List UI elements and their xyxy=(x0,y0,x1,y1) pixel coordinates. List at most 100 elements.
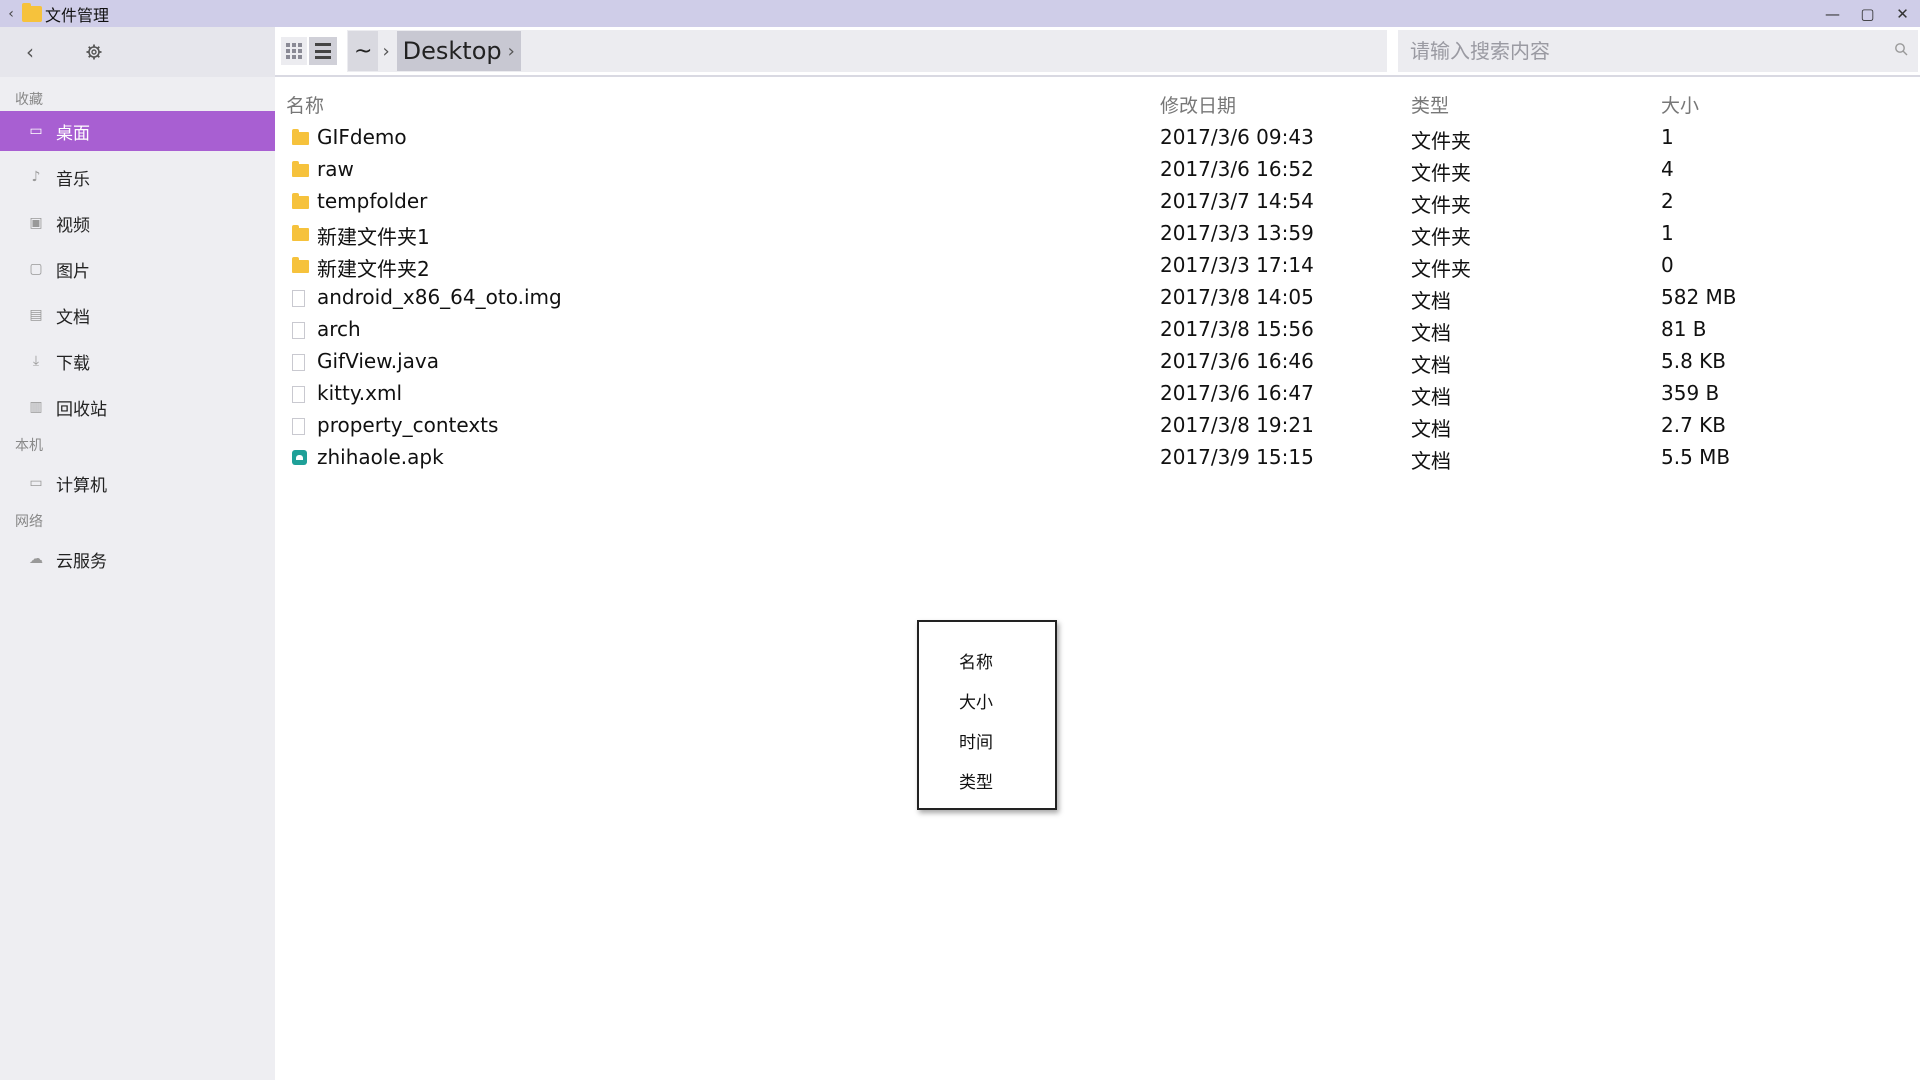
breadcrumb-home[interactable]: ~ xyxy=(348,31,379,71)
table-row[interactable]: property_contexts 2017/3/8 19:21 文档 2.7 KB xyxy=(275,410,1920,442)
column-header-size[interactable]: 大小 xyxy=(1661,91,1699,118)
sidebar-item-trash[interactable]: ▥ 回收站 xyxy=(0,387,275,427)
file-list-pane: 名称 修改日期 类型 大小 GIFdemo 2017/3/6 09:43 文件夹 1 r… xyxy=(275,77,1920,1080)
sidebar-item-label: 云服务 xyxy=(56,551,107,572)
file-name: kitty.xml xyxy=(317,381,403,405)
menu-item-sort-type[interactable]: 类型 xyxy=(919,760,1055,800)
sidebar-item-label: 文档 xyxy=(56,307,90,328)
file-size: 81 B xyxy=(1661,317,1707,341)
table-row[interactable]: GifView.java 2017/3/6 16:46 文档 5.8 KB xyxy=(275,346,1920,378)
sidebar-section-network: 网络 xyxy=(15,514,43,530)
table-row[interactable]: 新建文件夹1 2017/3/3 13:59 文件夹 1 xyxy=(275,218,1920,250)
file-type: 文档 xyxy=(1411,385,1451,409)
gear-icon xyxy=(86,44,102,60)
file-name: 新建文件夹1 xyxy=(317,225,430,249)
file-size: 1 xyxy=(1661,125,1674,149)
sidebar-item-video[interactable]: ▣ 视频 xyxy=(0,203,275,243)
back-button[interactable]: ‹ xyxy=(15,37,45,67)
sidebar-item-music[interactable]: ♪ 音乐 xyxy=(0,157,275,197)
file-date: 2017/3/3 13:59 xyxy=(1160,221,1314,245)
menu-item-sort-name[interactable]: 名称 xyxy=(919,640,1055,680)
nav-header: ‹ xyxy=(0,27,275,77)
breadcrumb-desktop-label: Desktop xyxy=(402,37,502,65)
sidebar-item-desktop[interactable]: ▭ 桌面 xyxy=(0,111,275,151)
file-date: 2017/3/8 14:05 xyxy=(1160,285,1314,309)
title-bar: ‹ 文件管理 — ▢ ✕ xyxy=(0,0,1920,27)
sidebar-item-label: 计算机 xyxy=(56,475,107,496)
file-name: raw xyxy=(317,157,354,181)
search-input[interactable] xyxy=(1398,39,1868,63)
file-icon xyxy=(292,290,308,307)
folder-icon xyxy=(292,225,309,242)
menu-item-sort-time[interactable]: 时间 xyxy=(919,720,1055,760)
sidebar-section-favorites: 收藏 xyxy=(15,92,43,108)
file-type: 文档 xyxy=(1411,321,1451,345)
file-name: property_contexts xyxy=(317,413,499,437)
table-row[interactable]: raw 2017/3/6 16:52 文件夹 4 xyxy=(275,154,1920,186)
title-back-icon[interactable]: ‹ xyxy=(0,6,22,22)
folder-icon xyxy=(22,2,42,22)
sidebar-item-label: 视频 xyxy=(56,215,90,236)
file-type: 文件夹 xyxy=(1411,257,1471,281)
table-row[interactable]: GIFdemo 2017/3/6 09:43 文件夹 1 xyxy=(275,122,1920,154)
file-date: 2017/3/6 09:43 xyxy=(1160,125,1314,149)
sidebar-section-local: 本机 xyxy=(15,438,43,454)
cloud-icon: ☁ xyxy=(29,551,43,567)
download-icon: ⤓ xyxy=(32,353,40,369)
table-row[interactable]: android_x86_64_oto.img 2017/3/8 14:05 文档 58… xyxy=(275,282,1920,314)
column-header-date[interactable]: 修改日期 xyxy=(1160,91,1236,118)
sidebar-item-label: 下载 xyxy=(56,353,90,374)
file-type: 文件夹 xyxy=(1411,129,1471,153)
menu-item-sort-size[interactable]: 大小 xyxy=(919,680,1055,720)
column-header-type[interactable]: 类型 xyxy=(1411,91,1449,118)
file-size: 1 xyxy=(1661,221,1674,245)
file-type: 文档 xyxy=(1411,353,1451,377)
document-icon: ▤ xyxy=(29,307,43,323)
table-row[interactable]: zhihaole.apk 2017/3/9 15:15 文档 5.5 MB xyxy=(275,442,1920,474)
search-icon[interactable] xyxy=(1894,42,1908,56)
file-icon xyxy=(292,354,308,371)
sidebar-item-downloads[interactable]: ⤓ 下载 xyxy=(0,341,275,381)
list-view-button[interactable] xyxy=(309,37,337,65)
folder-icon xyxy=(292,257,309,274)
file-name: arch xyxy=(317,317,361,341)
desktop-icon: ▭ xyxy=(29,123,43,139)
column-header-name[interactable]: 名称 xyxy=(286,91,324,118)
chevron-right-icon: › xyxy=(507,40,515,62)
file-icon xyxy=(292,322,308,339)
sidebar-item-label: 桌面 xyxy=(56,123,90,144)
picture-icon: ▢ xyxy=(29,261,43,277)
file-date: 2017/3/9 15:15 xyxy=(1160,445,1314,469)
file-date: 2017/3/3 17:14 xyxy=(1160,253,1314,277)
grid-view-button[interactable] xyxy=(281,37,307,65)
settings-button[interactable] xyxy=(79,37,109,67)
file-icon xyxy=(292,386,308,403)
sidebar-item-computer[interactable]: ▭ 计算机 xyxy=(0,463,275,503)
file-size: 0 xyxy=(1661,253,1674,277)
file-date: 2017/3/6 16:52 xyxy=(1160,157,1314,181)
file-name: android_x86_64_oto.img xyxy=(317,285,562,309)
table-row[interactable]: 新建文件夹2 2017/3/3 17:14 文件夹 0 xyxy=(275,250,1920,282)
close-button[interactable]: ✕ xyxy=(1885,0,1920,27)
computer-icon: ▭ xyxy=(29,475,43,491)
file-type: 文件夹 xyxy=(1411,161,1471,185)
sidebar: 收藏 ▭ 桌面 ♪ 音乐 ▣ 视频 ▢ 图片 ▤ 文档 ⤓ 下载 ▥ 回收站 本… xyxy=(0,77,275,1080)
sidebar-item-label: 图片 xyxy=(56,261,90,282)
sidebar-item-pictures[interactable]: ▢ 图片 xyxy=(0,249,275,289)
sort-context-menu: 名称 大小 时间 类型 xyxy=(917,620,1057,810)
file-size: 2 xyxy=(1661,189,1674,213)
table-row[interactable]: tempfolder 2017/3/7 14:54 文件夹 2 xyxy=(275,186,1920,218)
minimize-button[interactable]: — xyxy=(1815,0,1850,27)
folder-icon xyxy=(292,129,309,146)
file-type: 文档 xyxy=(1411,417,1451,441)
sidebar-item-documents[interactable]: ▤ 文档 xyxy=(0,295,275,335)
table-row[interactable]: kitty.xml 2017/3/6 16:47 文档 359 B xyxy=(275,378,1920,410)
breadcrumb-separator: › xyxy=(382,40,390,62)
breadcrumb-desktop[interactable]: Desktop › xyxy=(396,31,521,71)
maximize-button[interactable]: ▢ xyxy=(1850,0,1885,27)
file-type: 文件夹 xyxy=(1411,193,1471,217)
file-icon xyxy=(292,418,308,435)
file-name: 新建文件夹2 xyxy=(317,257,430,281)
sidebar-item-cloud[interactable]: ☁ 云服务 xyxy=(0,539,275,579)
table-row[interactable]: arch 2017/3/8 15:56 文档 81 B xyxy=(275,314,1920,346)
